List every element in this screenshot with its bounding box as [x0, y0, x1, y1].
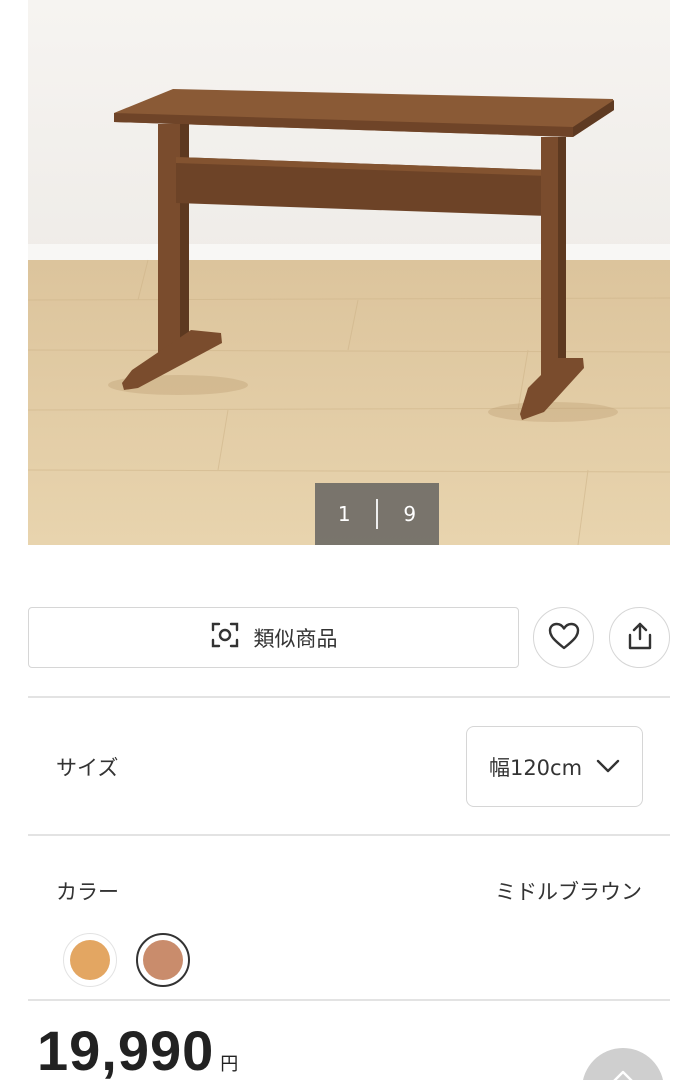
- divider: [28, 834, 670, 836]
- selected-color-name: ミドルブラウン: [495, 880, 642, 904]
- image-pager: 1 9: [315, 483, 439, 545]
- favorite-button[interactable]: [533, 607, 594, 668]
- pager-divider: [376, 499, 378, 529]
- size-label: サイズ: [56, 756, 119, 780]
- price-value: 19,990: [37, 1019, 215, 1080]
- scroll-to-top-button[interactable]: [582, 1048, 664, 1080]
- chevron-down-icon: [596, 755, 620, 779]
- color-swatch-selected[interactable]: [136, 933, 190, 987]
- similar-products-label: 類似商品: [253, 626, 338, 651]
- similar-products-button[interactable]: 類似商品: [28, 607, 519, 668]
- price: 19,990 円: [37, 1018, 238, 1080]
- divider: [28, 999, 670, 1001]
- product-image[interactable]: 1 9: [28, 0, 670, 545]
- current-page: 1: [337, 502, 351, 526]
- visual-search-icon: [210, 620, 240, 655]
- divider: [28, 696, 670, 698]
- share-icon: [625, 621, 655, 655]
- price-unit: 円: [220, 1054, 239, 1075]
- size-select[interactable]: 幅120cm: [466, 726, 643, 807]
- color-label: カラー: [56, 880, 119, 904]
- chevron-up-icon: [612, 1068, 634, 1080]
- share-button[interactable]: [609, 607, 670, 668]
- color-swatch-dot: [70, 940, 110, 980]
- size-selected-value: 幅120cm: [488, 755, 583, 780]
- heart-icon: [548, 621, 580, 655]
- color-swatch-dot: [143, 940, 183, 980]
- color-swatch[interactable]: [63, 933, 117, 987]
- total-pages: 9: [403, 502, 417, 526]
